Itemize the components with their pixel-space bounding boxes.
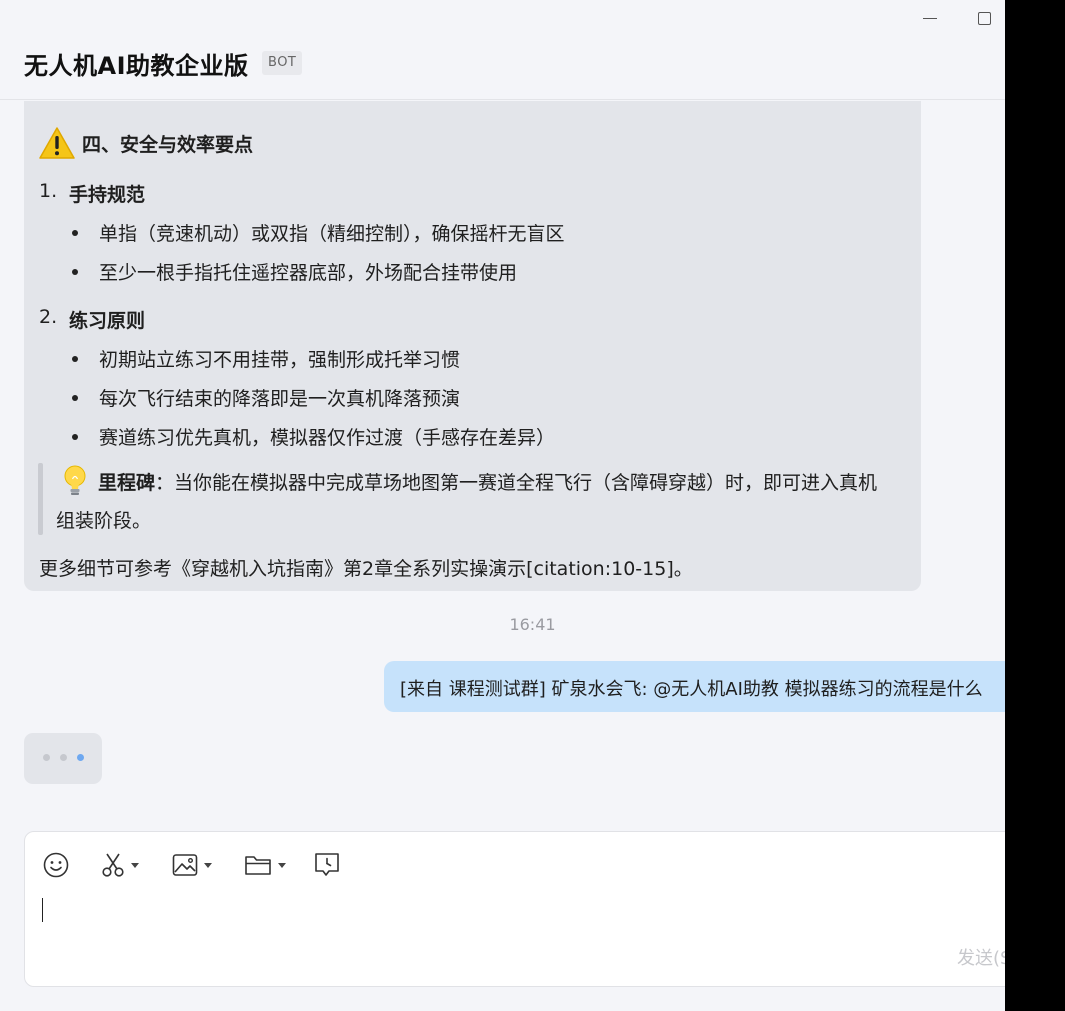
chevron-down-icon[interactable] (278, 862, 286, 868)
bot-badge: BOT (262, 51, 303, 75)
message-composer: 发送(S) (24, 831, 1005, 987)
chat-header: 无人机AI助教企业版 BOT (0, 0, 1005, 100)
user-message-bubble: [来自 课程测试群] 矿泉水会飞: @无人机AI助教 模拟器练习的流程是什么 (384, 661, 1005, 712)
emoji-button[interactable] (43, 852, 69, 878)
chevron-down-icon[interactable] (204, 862, 212, 868)
list-number: 2. (39, 306, 58, 328)
milestone-text-continued: 组装阶段。 (56, 510, 152, 532)
section-title: 四、安全与效率要点 (82, 133, 254, 156)
section-heading: 四、安全与效率要点 (38, 125, 253, 161)
chat-window: 无人机AI助教企业版 BOT 四、安全与效率要点 1. 手持规范 单指（竞速机动… (0, 0, 1005, 1011)
image-button[interactable] (172, 852, 212, 878)
list-item-title: 练习原则 (69, 310, 146, 332)
warning-icon (39, 127, 75, 159)
user-message-text: [来自 课程测试群] 矿泉水会飞: @无人机AI助教 模拟器练习的流程是什么 (400, 679, 983, 700)
quote-bar (38, 463, 43, 535)
screenshot-button[interactable] (101, 852, 139, 878)
lightbulb-icon (64, 465, 86, 495)
chevron-down-icon[interactable] (131, 862, 139, 868)
message-input[interactable] (42, 898, 43, 922)
message-timestamp: 16:41 (509, 615, 556, 634)
typing-dot (60, 754, 67, 761)
list-item-title: 手持规范 (69, 184, 146, 206)
scissors-icon (102, 853, 124, 877)
list-number: 1. (39, 180, 58, 202)
bot-message-bubble: 四、安全与效率要点 1. 手持规范 单指（竞速机动）或双指（精细控制），确保摇杆… (24, 101, 921, 591)
typing-indicator (24, 733, 102, 784)
send-button[interactable]: 发送(S) (957, 944, 1005, 970)
message-footer: 更多细节可参考《穿越机入坑指南》第2章全系列实操演示[citation:10-1… (39, 558, 693, 580)
folder-icon (245, 856, 271, 875)
chat-history-button[interactable] (313, 852, 341, 878)
chat-title: 无人机AI助教企业版 (24, 52, 249, 80)
typing-dot-active (77, 754, 84, 761)
file-button[interactable] (244, 852, 286, 878)
typing-dot (43, 754, 50, 761)
chat-history-icon (315, 853, 339, 876)
milestone-text: 里程碑：当你能在模拟器中完成草场地图第一赛道全程飞行（含障碍穿越）时，即可进入真… (98, 472, 878, 494)
emoji-icon (43, 852, 69, 878)
image-icon (172, 854, 198, 876)
